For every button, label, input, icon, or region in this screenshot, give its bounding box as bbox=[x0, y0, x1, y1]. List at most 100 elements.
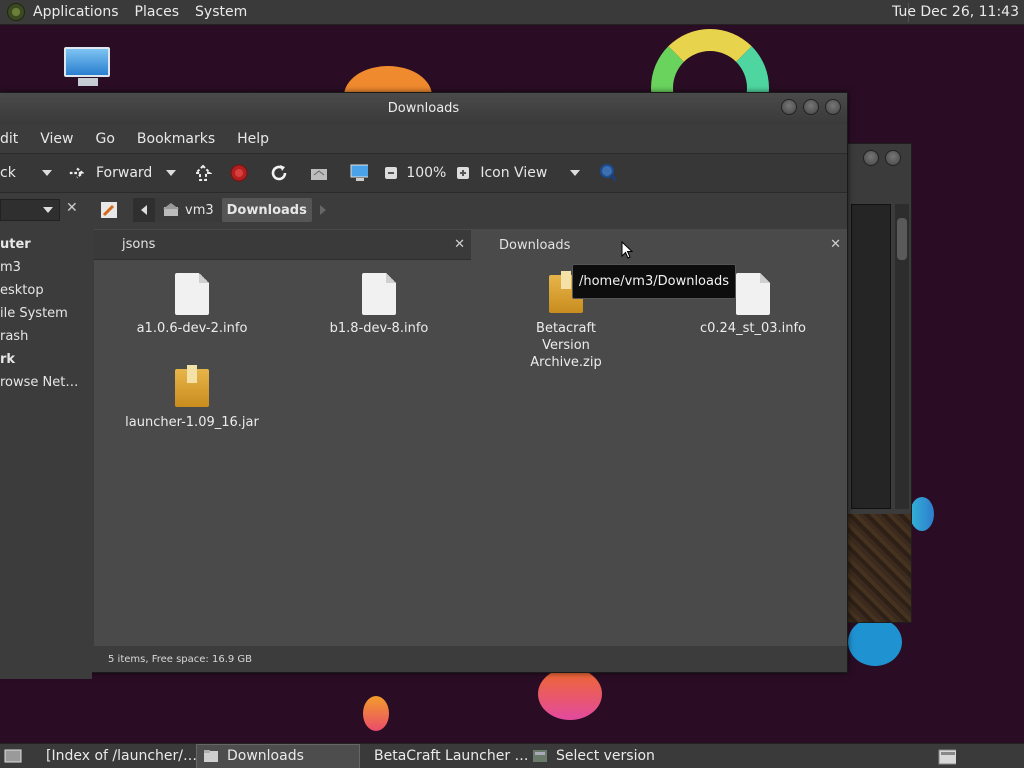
forward-history-dropdown-icon[interactable] bbox=[166, 170, 177, 176]
file-name: c0.24_st_03.info bbox=[699, 321, 807, 336]
breadcrumb-item-vm3[interactable]: vm3 bbox=[155, 198, 222, 222]
minimize-button[interactable] bbox=[781, 99, 797, 115]
sidebar-item-desktop[interactable]: esktop bbox=[0, 279, 92, 302]
sidebar-item-browse-network[interactable]: rowse Net… bbox=[0, 371, 92, 394]
go-menu[interactable]: Go bbox=[85, 131, 126, 147]
wallpaper-blob bbox=[848, 618, 902, 666]
file-item[interactable]: b1.8-dev-8.info bbox=[309, 273, 449, 337]
computer-icon[interactable] bbox=[350, 164, 369, 182]
window-controls bbox=[863, 150, 901, 166]
background-window-panel bbox=[851, 204, 891, 509]
tab-downloads[interactable]: Downloads ✕ bbox=[471, 230, 847, 260]
text-file-icon bbox=[736, 273, 770, 315]
dirt-texture bbox=[847, 514, 911, 622]
applications-menu[interactable]: Applications bbox=[25, 4, 127, 20]
sidebar-heading-network: rk bbox=[0, 352, 16, 367]
home-folder-icon[interactable] bbox=[310, 164, 328, 182]
zoom-in-icon[interactable] bbox=[454, 164, 472, 182]
taskbar-item-label: [Index of /launcher/… bbox=[46, 748, 197, 764]
distro-logo-icon[interactable] bbox=[7, 3, 25, 21]
background-window[interactable] bbox=[846, 143, 912, 623]
path-tooltip: /home/vm3/Downloads bbox=[572, 264, 736, 299]
help-menu[interactable]: Help bbox=[226, 131, 280, 147]
tab-label: jsons bbox=[122, 237, 156, 252]
text-file-icon bbox=[175, 273, 209, 315]
minimize-button[interactable] bbox=[863, 150, 879, 166]
scrollbar-thumb[interactable] bbox=[897, 218, 907, 260]
taskbar-item-chrome[interactable]: [Index of /launcher/… bbox=[32, 744, 197, 768]
sidebar-item-trash[interactable]: rash bbox=[0, 325, 92, 348]
places-sidebar: uter m3 esktop ile System rash rk rowse … bbox=[0, 233, 92, 679]
home-icon bbox=[163, 203, 179, 216]
window-controls bbox=[781, 99, 841, 115]
maximize-button[interactable] bbox=[885, 150, 901, 166]
file-item[interactable]: launcher-1.09_16.jar bbox=[122, 365, 262, 431]
taskbar-item-betacraft[interactable]: BetaCraft Launcher … bbox=[360, 744, 529, 768]
breadcrumb-label: Downloads bbox=[226, 202, 307, 218]
status-text: 5 items, Free space: 16.9 GB bbox=[108, 654, 253, 665]
show-desktop-icon[interactable] bbox=[4, 747, 22, 765]
window-title: Downloads bbox=[387, 101, 460, 116]
back-history-dropdown-icon[interactable] bbox=[42, 170, 52, 176]
back-button[interactable]: ck bbox=[0, 165, 42, 181]
sidebar-heading-computer: uter bbox=[0, 237, 31, 252]
system-menu[interactable]: System bbox=[187, 4, 255, 20]
computer-desktop-icon[interactable] bbox=[64, 47, 112, 91]
mouse-cursor-icon bbox=[621, 241, 633, 259]
maximize-button[interactable] bbox=[803, 99, 819, 115]
zoom-out-icon[interactable] bbox=[382, 164, 400, 182]
taskbar-item-label: Select version bbox=[556, 748, 655, 764]
breadcrumb-left-arrow-icon[interactable] bbox=[133, 198, 155, 222]
forward-arrow-icon bbox=[68, 164, 86, 182]
search-icon[interactable] bbox=[598, 164, 617, 183]
view-mode-select[interactable]: Icon View bbox=[480, 165, 570, 181]
chevron-down-icon bbox=[43, 207, 53, 213]
toolbar: ck Forward 100% Icon View bbox=[0, 153, 847, 193]
sidebar-item-vm3[interactable]: m3 bbox=[0, 256, 92, 279]
wallpaper-blob bbox=[538, 668, 602, 720]
file-name: a1.0.6-dev-2.info bbox=[136, 321, 248, 336]
sidebar-pane-select[interactable] bbox=[0, 199, 60, 221]
bookmarks-menu[interactable]: Bookmarks bbox=[126, 131, 226, 147]
view-mode-dropdown-icon[interactable] bbox=[570, 170, 581, 176]
titlebar[interactable]: Downloads bbox=[0, 93, 847, 124]
back-label: ck bbox=[0, 165, 16, 181]
top-panel: Applications Places System Tue Dec 26, 1… bbox=[0, 0, 1024, 25]
java-icon bbox=[533, 750, 547, 762]
folder-icon bbox=[204, 750, 218, 762]
workspace-switcher-icon[interactable] bbox=[938, 748, 956, 766]
file-name: launcher-1.09_16.jar bbox=[125, 415, 259, 430]
edit-menu[interactable]: dit bbox=[0, 131, 29, 147]
reload-icon[interactable] bbox=[270, 164, 288, 182]
file-name: Betacraft Version Archive.zip bbox=[530, 321, 602, 370]
file-item[interactable]: a1.0.6-dev-2.info bbox=[122, 273, 262, 337]
wallpaper-blob bbox=[363, 696, 389, 731]
tab-jsons[interactable]: jsons ✕ bbox=[94, 230, 471, 260]
menubar: dit View Go Bookmarks Help bbox=[0, 124, 847, 153]
taskbar: [Index of /launcher/… Downloads BetaCraf… bbox=[0, 743, 1024, 768]
stop-icon[interactable] bbox=[230, 164, 248, 182]
view-menu[interactable]: View bbox=[29, 131, 84, 147]
close-button[interactable] bbox=[825, 99, 841, 115]
edit-location-icon[interactable] bbox=[100, 201, 118, 219]
forward-button[interactable]: Forward bbox=[68, 164, 152, 182]
zoom-level[interactable]: 100% bbox=[406, 165, 446, 181]
monitor-stand bbox=[78, 78, 98, 86]
close-sidebar-icon[interactable]: ✕ bbox=[66, 200, 78, 216]
taskbar-item-downloads[interactable]: Downloads bbox=[196, 743, 360, 768]
clock[interactable]: Tue Dec 26, 11:43 bbox=[892, 4, 1019, 20]
tab-label: Downloads bbox=[499, 237, 571, 253]
archive-file-icon bbox=[175, 365, 209, 407]
monitor-icon bbox=[64, 47, 110, 77]
breadcrumb-right-arrow-icon[interactable] bbox=[312, 198, 334, 222]
sidebar-item-file-system[interactable]: ile System bbox=[0, 302, 92, 325]
close-tab-icon[interactable]: ✕ bbox=[454, 237, 465, 252]
up-arrow-icon[interactable] bbox=[194, 164, 213, 182]
places-menu[interactable]: Places bbox=[127, 4, 188, 20]
taskbar-item-label: Downloads bbox=[227, 748, 304, 764]
scrollbar[interactable] bbox=[895, 204, 909, 509]
close-tab-icon[interactable]: ✕ bbox=[830, 237, 841, 252]
taskbar-item-label: BetaCraft Launcher … bbox=[374, 748, 529, 764]
taskbar-item-select-version[interactable]: Select version bbox=[526, 744, 692, 768]
breadcrumb-item-downloads[interactable]: Downloads bbox=[221, 198, 312, 222]
